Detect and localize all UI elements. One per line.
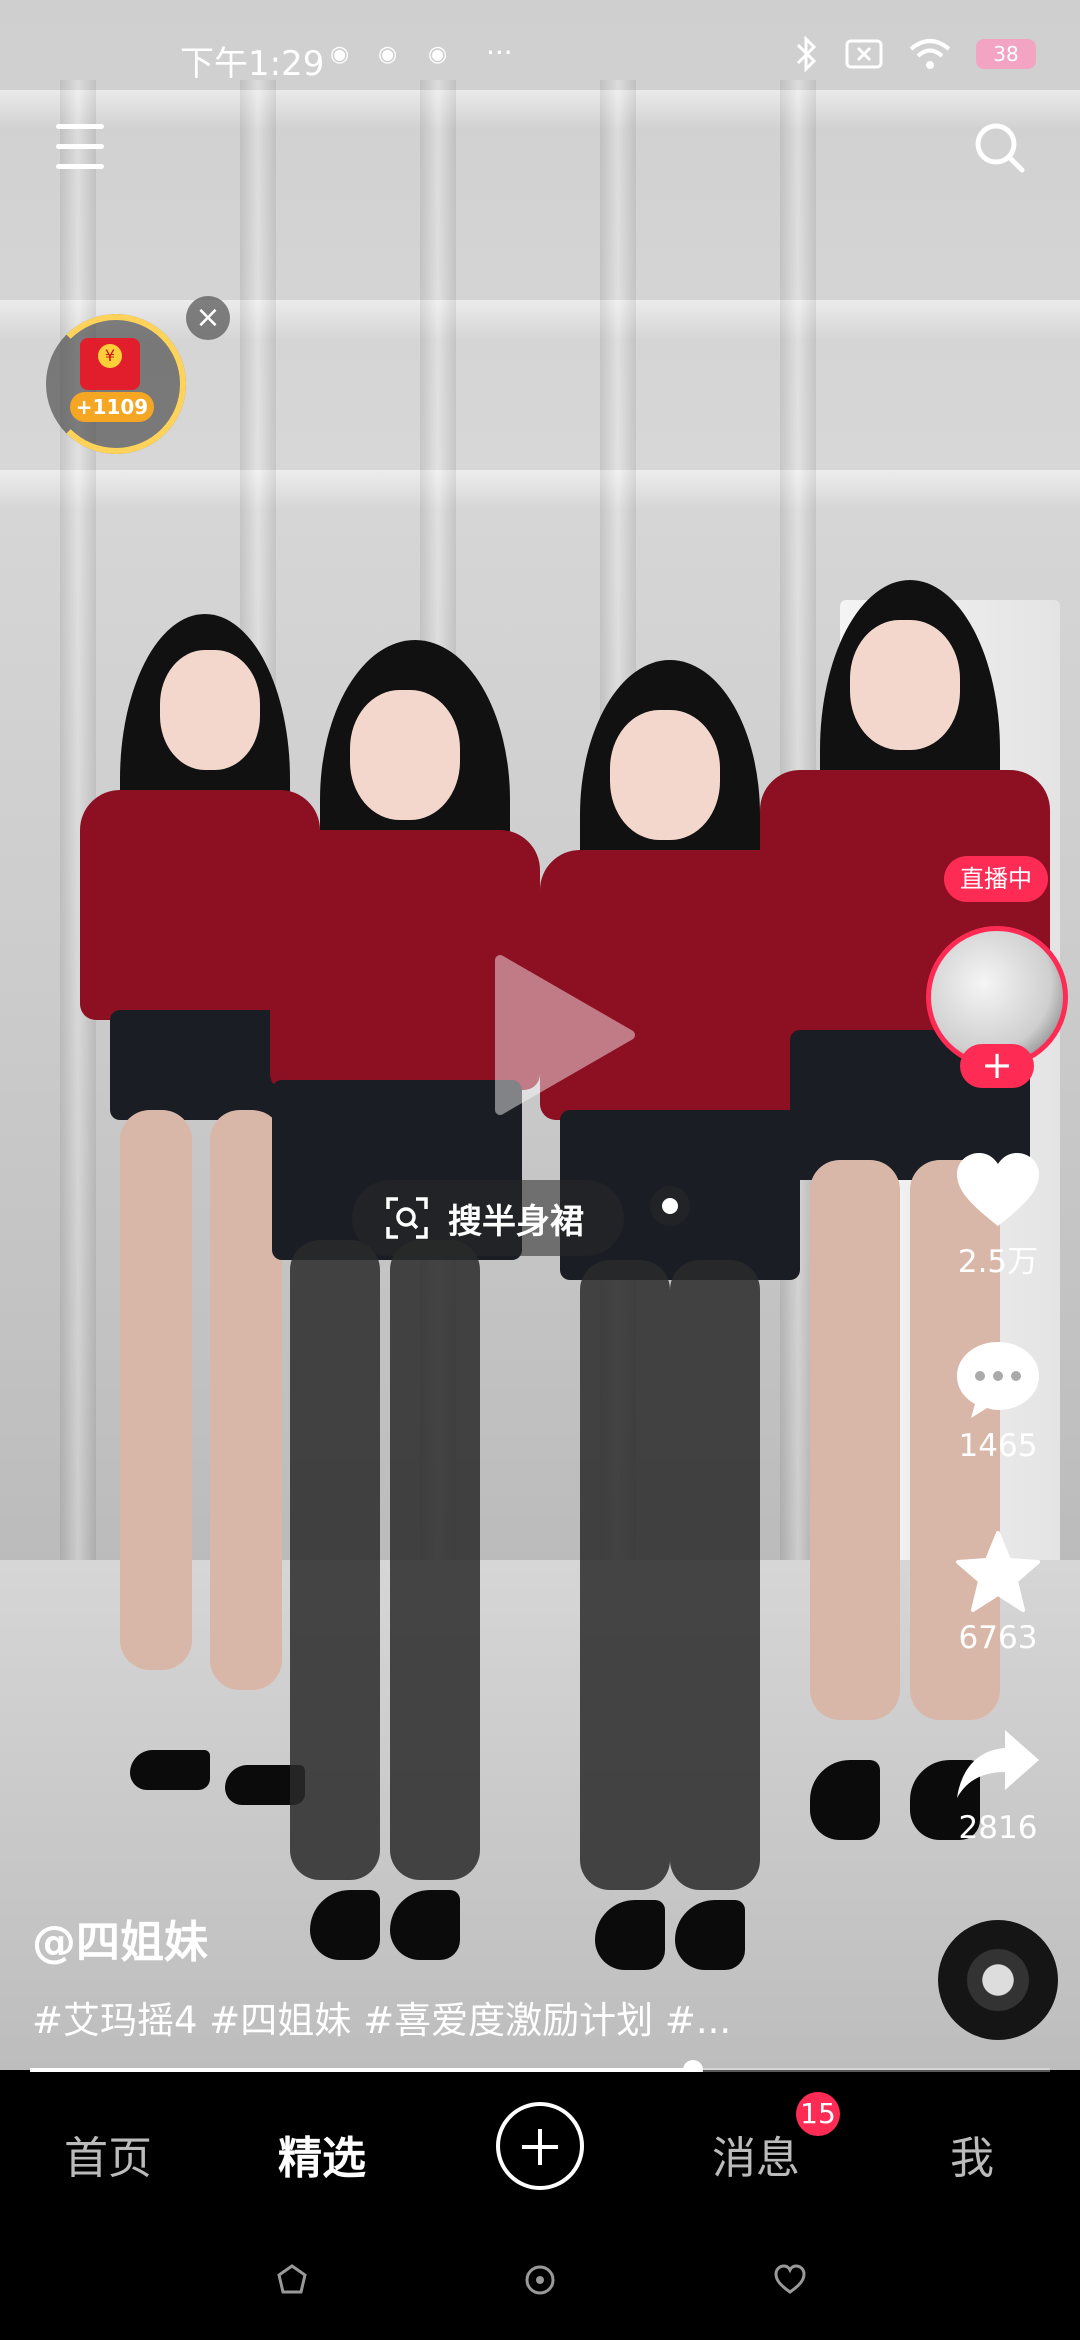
nav-home-icon[interactable] [520, 2260, 560, 2300]
share-count: 2816 [958, 1810, 1038, 1846]
red-packet-amount: +1109 [70, 392, 154, 422]
create-button[interactable] [496, 2102, 584, 2190]
search-chip-label: 搜半身裙 [448, 1201, 584, 1242]
tab-me[interactable]: 我 [950, 2122, 994, 2186]
system-nav-bar [0, 2220, 1080, 2340]
menu-icon[interactable] [56, 124, 104, 170]
live-badge[interactable]: 直播中 [944, 856, 1048, 902]
status-time: 下午1:29 [180, 44, 325, 84]
wifi-icon [909, 39, 951, 69]
notification-icon: ◉ [330, 42, 350, 67]
follow-button[interactable]: + [960, 1044, 1034, 1088]
heart-icon [957, 1153, 1039, 1226]
like-button[interactable]: 2.5万 [940, 1150, 1056, 1281]
author-name[interactable]: @四姐妹 [32, 1906, 208, 1970]
notification-icon: ◉ [428, 42, 448, 67]
tab-messages[interactable]: 消息 [712, 2122, 800, 2186]
close-icon[interactable]: × [186, 296, 230, 340]
share-icon [957, 1730, 1039, 1798]
tab-featured[interactable]: 精选 [278, 2122, 366, 2186]
status-bar: 下午1:29 ◉ ◉ ◉ ··· 38 [0, 36, 1080, 92]
battery-indicator: 38 [976, 39, 1036, 69]
notification-icon: ◉ [378, 42, 398, 67]
bottom-nav: 首页 精选 消息 15 我 [0, 2072, 1080, 2220]
tag-dot[interactable] [650, 1186, 690, 1226]
share-button[interactable]: 2816 [940, 1724, 1056, 1846]
hashtags[interactable]: #艾玛摇4 #四姐妹 #喜爱度激励计划 #... [32, 1990, 731, 2044]
search-icon[interactable] [972, 120, 1026, 174]
curtain-stripe [0, 470, 1080, 510]
comment-count: 1465 [958, 1428, 1038, 1464]
comment-icon [957, 1342, 1039, 1418]
bluetooth-icon [796, 36, 817, 72]
visual-search-chip[interactable]: 搜半身裙 [352, 1180, 624, 1256]
nav-menu-icon[interactable] [272, 2260, 312, 2300]
red-packet-widget[interactable]: ¥ +1109 [46, 314, 186, 454]
sim-off-icon [845, 39, 883, 69]
status-icons: 38 [794, 36, 1036, 72]
scan-search-icon [386, 1197, 428, 1239]
like-count: 2.5万 [957, 1244, 1039, 1280]
play-icon[interactable] [480, 950, 640, 1120]
comment-button[interactable]: 1465 [940, 1338, 1056, 1464]
favorite-button[interactable]: 6763 [940, 1530, 1056, 1656]
nav-back-icon[interactable] [770, 2260, 810, 2300]
star-icon [956, 1531, 1040, 1612]
more-notifications: ··· [486, 36, 513, 69]
favorite-count: 6763 [958, 1620, 1038, 1656]
messages-badge: 15 [796, 2092, 840, 2136]
tab-home[interactable]: 首页 [64, 2122, 152, 2186]
curtain-stripe [0, 90, 1080, 130]
music-disc[interactable] [938, 1920, 1058, 2040]
coin-icon: ¥ [98, 344, 122, 368]
